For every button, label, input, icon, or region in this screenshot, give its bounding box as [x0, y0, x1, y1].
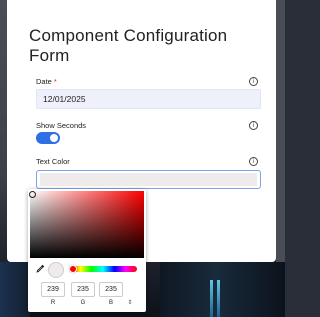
eyedropper-icon[interactable]	[36, 264, 45, 273]
red-value-input[interactable]: 239	[41, 282, 65, 297]
required-marker: *	[53, 77, 57, 86]
color-preview-swatch	[48, 262, 64, 278]
background-light-bar	[217, 280, 220, 317]
saturation-handle[interactable]	[29, 191, 36, 198]
show-seconds-toggle[interactable]	[36, 132, 60, 144]
blue-label: B	[108, 300, 113, 306]
green-value-input[interactable]: 235	[71, 282, 95, 297]
show-seconds-label: Show Seconds	[36, 121, 87, 130]
color-mode-toggle-icon[interactable]: ⇕	[126, 299, 134, 308]
text-color-input[interactable]	[36, 170, 261, 189]
blue-value-input[interactable]: 235	[99, 282, 123, 297]
date-label-row: Date *	[36, 77, 57, 86]
red-label: R	[50, 300, 56, 306]
info-icon[interactable]: i	[249, 121, 258, 130]
green-label: G	[80, 300, 86, 306]
info-icon[interactable]: i	[249, 157, 258, 166]
background-graphic-left	[0, 262, 30, 317]
background-graphic-right	[160, 262, 285, 317]
toggle-knob	[50, 134, 58, 142]
text-color-label: Text Color	[36, 157, 70, 166]
hue-slider-handle[interactable]	[69, 265, 77, 273]
info-icon[interactable]: i	[249, 77, 258, 86]
background-light-bar	[210, 280, 213, 317]
text-color-swatch	[40, 173, 257, 186]
date-input[interactable]: 12/01/2025	[36, 89, 261, 109]
color-picker-popover: 239 235 235 R G B ⇕	[28, 189, 146, 312]
backdrop-edge	[276, 0, 285, 262]
hue-slider[interactable]	[69, 266, 137, 272]
date-label: Date	[36, 77, 52, 86]
saturation-value-area[interactable]	[29, 191, 144, 258]
form-title: Component Configuration Form	[29, 26, 228, 65]
